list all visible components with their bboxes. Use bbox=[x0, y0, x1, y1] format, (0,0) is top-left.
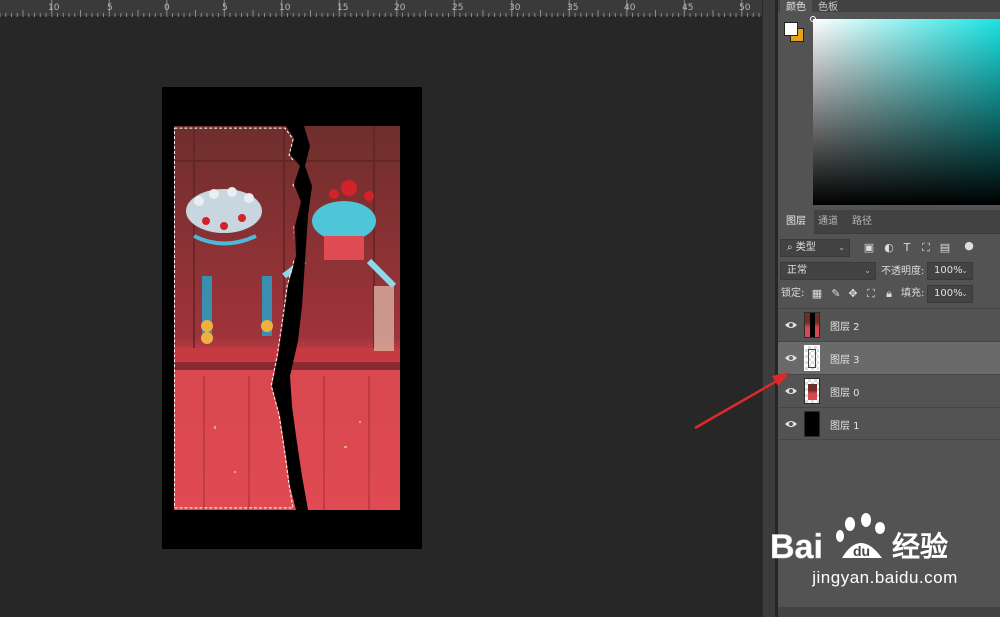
ruler-ticks bbox=[0, 0, 760, 17]
tab-swatches[interactable]: 色板 bbox=[818, 0, 838, 13]
layer-filter-row: ⌕ 类型 ⌄ ▣ ◐ T ⛶ ▤ ● bbox=[778, 239, 1000, 263]
ruler-label: 10 bbox=[48, 3, 60, 13]
layer-row-0[interactable]: 图层 0 bbox=[778, 374, 1000, 407]
layer-row-3[interactable]: 图层 3 bbox=[778, 341, 1000, 374]
blend-row: 正常 ⌄ 不透明度: 100% ⌄ bbox=[778, 262, 1000, 286]
svg-text:Bai: Bai bbox=[770, 528, 823, 566]
layer-thumbnail bbox=[804, 312, 820, 338]
ruler-label: 0 bbox=[164, 3, 170, 13]
layer-name[interactable]: 图层 3 bbox=[830, 351, 860, 366]
watermark-url: jingyan.baidu.com bbox=[812, 568, 958, 587]
blend-mode-dropdown[interactable]: 正常 ⌄ bbox=[780, 262, 876, 280]
fill-label: 填充: bbox=[901, 288, 925, 299]
blend-mode-label: 正常 bbox=[787, 265, 807, 276]
tab-channels[interactable]: 通道 bbox=[810, 210, 846, 234]
tab-paths[interactable]: 路径 bbox=[844, 210, 880, 234]
ruler-label: 15 bbox=[337, 3, 349, 13]
shape-filter-icon[interactable]: ⛶ bbox=[919, 241, 933, 255]
lock-label: 锁定: bbox=[781, 288, 805, 299]
layers-panel-footer bbox=[778, 607, 1000, 617]
opacity-value: 100% bbox=[934, 265, 963, 276]
canvas-area[interactable] bbox=[0, 18, 762, 617]
lock-position-icon[interactable]: ✥ bbox=[846, 287, 860, 301]
layer-thumbnail bbox=[804, 378, 820, 404]
ruler-label: 35 bbox=[567, 3, 579, 13]
opacity-label: 不透明度: bbox=[881, 266, 925, 277]
svg-text:经验: 经验 bbox=[892, 530, 948, 563]
search-icon: ⌕ bbox=[787, 242, 796, 253]
opacity-field[interactable]: 100% ⌄ bbox=[927, 262, 973, 280]
eye-icon[interactable] bbox=[784, 385, 798, 397]
fill-field[interactable]: 100% ⌄ bbox=[927, 285, 973, 303]
eye-icon[interactable] bbox=[784, 319, 798, 331]
image-filter-icon[interactable]: ▣ bbox=[862, 241, 876, 255]
horizontal-ruler: 10 5 0 5 10 15 20 25 30 35 40 45 50 bbox=[0, 0, 762, 17]
chevron-down-icon: ⌄ bbox=[961, 266, 968, 275]
color-picker-field[interactable] bbox=[810, 16, 1000, 205]
eye-icon[interactable] bbox=[784, 418, 798, 430]
baidu-watermark: Bai du 经验 jingyan.baidu.com bbox=[770, 508, 1000, 598]
tab-color[interactable]: 颜色 bbox=[780, 0, 812, 13]
chevron-down-icon: ⌄ bbox=[961, 289, 968, 298]
lock-artboard-icon[interactable]: ⛶ bbox=[864, 287, 878, 301]
ruler-label: 30 bbox=[509, 3, 521, 13]
adjustment-filter-icon[interactable]: ◐ bbox=[882, 241, 896, 255]
photoshop-window: 10 5 0 5 10 15 20 25 30 35 40 45 50 颜色 色… bbox=[0, 0, 1000, 617]
svg-text:du: du bbox=[853, 543, 870, 559]
fill-value: 100% bbox=[934, 288, 963, 299]
layer-row-1[interactable]: 图层 1 bbox=[778, 407, 1000, 440]
filter-kind-label: 类型 bbox=[795, 242, 816, 253]
ruler-label: 20 bbox=[394, 3, 406, 13]
chevron-down-icon: ⌄ bbox=[864, 266, 871, 275]
ruler-label: 25 bbox=[452, 3, 464, 13]
lock-all-icon[interactable]: 🔒︎ bbox=[882, 287, 896, 301]
foreground-color-swatch[interactable] bbox=[784, 22, 798, 36]
filter-toggle-icon[interactable]: ● bbox=[962, 239, 976, 253]
lock-transparent-pixels-icon[interactable]: ▦ bbox=[810, 287, 824, 301]
ruler-label: 10 bbox=[279, 3, 291, 13]
ruler-label: 50 bbox=[739, 3, 751, 13]
color-panel-tabs: 颜色 色板 bbox=[778, 0, 1000, 13]
baidu-logo: Bai du 经验 bbox=[770, 513, 948, 566]
ruler-label: 45 bbox=[682, 3, 694, 13]
lock-image-pixels-icon[interactable]: ✎ bbox=[829, 287, 843, 301]
layer-name[interactable]: 图层 0 bbox=[830, 384, 860, 399]
layer-row-2[interactable]: 图层 2 bbox=[778, 308, 1000, 341]
color-picker-handle[interactable] bbox=[810, 16, 816, 22]
ruler-label: 5 bbox=[222, 3, 228, 13]
layer-name[interactable]: 图层 2 bbox=[830, 318, 860, 333]
marquee-selection bbox=[174, 127, 294, 509]
ruler-label: 40 bbox=[624, 3, 636, 13]
filter-kind-dropdown[interactable]: ⌕ 类型 ⌄ bbox=[780, 239, 850, 257]
smart-object-filter-icon[interactable]: ▤ bbox=[938, 241, 952, 255]
type-filter-icon[interactable]: T bbox=[900, 241, 914, 255]
layer-thumbnail bbox=[804, 345, 820, 371]
layer-thumbnail bbox=[804, 411, 820, 437]
document-canvas[interactable] bbox=[162, 87, 422, 549]
tab-layers[interactable]: 图层 bbox=[778, 210, 814, 234]
layer-name[interactable]: 图层 1 bbox=[830, 417, 860, 432]
eye-icon[interactable] bbox=[784, 352, 798, 364]
chevron-down-icon: ⌄ bbox=[838, 243, 845, 252]
ruler-label: 5 bbox=[107, 3, 113, 13]
lock-row: 锁定: ▦ ✎ ✥ ⛶ 🔒︎ 填充: 100% ⌄ bbox=[778, 285, 1000, 309]
layers-panel-tabs: 图层 通道 路径 bbox=[778, 210, 1000, 234]
